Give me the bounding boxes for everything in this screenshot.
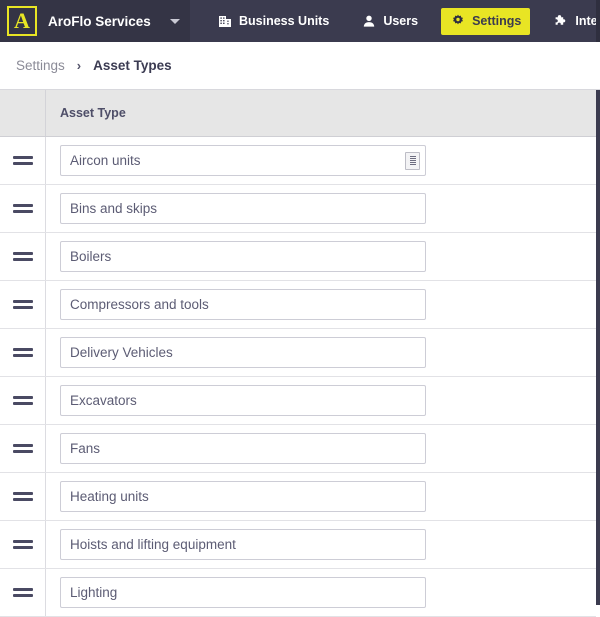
- table-row: [0, 377, 596, 425]
- asset-type-cell: [46, 521, 596, 568]
- asset-type-field: [60, 145, 426, 176]
- aroflo-logo-icon: A: [7, 6, 37, 36]
- top-navigation-bar: A AroFlo Services Business Units Users S…: [0, 0, 600, 42]
- drag-handle-icon[interactable]: [0, 281, 46, 328]
- table-row: [0, 185, 596, 233]
- main-nav: Business Units Users Settings Inte: [190, 0, 600, 42]
- asset-type-input[interactable]: [60, 193, 426, 224]
- asset-type-cell: [46, 569, 596, 616]
- asset-type-field: [60, 289, 426, 320]
- nav-item-settings[interactable]: Settings: [441, 7, 531, 35]
- asset-type-input[interactable]: [60, 577, 426, 608]
- drag-handle-icon[interactable]: [0, 521, 46, 568]
- topbar-edge: [596, 0, 600, 42]
- asset-type-field: [60, 193, 426, 224]
- user-icon: [361, 14, 376, 29]
- table-body: [0, 137, 596, 617]
- asset-type-input[interactable]: [60, 337, 426, 368]
- asset-type-cell: [46, 185, 596, 232]
- asset-type-cell: [46, 377, 596, 424]
- table-header-row: Asset Type: [0, 90, 596, 137]
- table-row: [0, 473, 596, 521]
- asset-type-input[interactable]: [60, 145, 426, 176]
- drag-handle-icon[interactable]: [0, 569, 46, 616]
- asset-type-cell: [46, 425, 596, 472]
- table-row: [0, 425, 596, 473]
- asset-type-input[interactable]: [60, 433, 426, 464]
- asset-type-input[interactable]: [60, 385, 426, 416]
- breadcrumb-settings-link[interactable]: Settings: [16, 58, 65, 73]
- brand-selector[interactable]: A AroFlo Services: [0, 0, 190, 42]
- nav-item-integration[interactable]: Integration: [544, 8, 600, 35]
- nav-item-label: Business Units: [239, 14, 330, 28]
- resize-grip-icon[interactable]: [405, 151, 420, 170]
- asset-types-table: Asset Type: [0, 90, 600, 617]
- chevron-right-icon: ›: [76, 58, 82, 73]
- drag-handle-icon[interactable]: [0, 233, 46, 280]
- asset-type-input[interactable]: [60, 529, 426, 560]
- drag-handle-icon[interactable]: [0, 329, 46, 376]
- drag-handle-icon[interactable]: [0, 473, 46, 520]
- table-row: [0, 233, 596, 281]
- asset-type-input[interactable]: [60, 481, 426, 512]
- asset-type-field: [60, 385, 426, 416]
- asset-type-input[interactable]: [60, 289, 426, 320]
- table-header-asset-type: Asset Type: [60, 106, 126, 120]
- asset-type-cell: [46, 137, 596, 184]
- table-row: [0, 281, 596, 329]
- asset-type-field: [60, 241, 426, 272]
- gear-icon: [450, 14, 465, 29]
- table-row: [0, 521, 596, 569]
- nav-item-users[interactable]: Users: [352, 8, 427, 35]
- page-title: Asset Types: [93, 58, 172, 73]
- asset-type-field: [60, 529, 426, 560]
- drag-handle-icon[interactable]: [0, 137, 46, 184]
- asset-type-cell: [46, 473, 596, 520]
- table-row: [0, 137, 596, 185]
- nav-item-label: Users: [383, 14, 419, 28]
- breadcrumb: Settings › Asset Types: [0, 42, 600, 90]
- building-icon: [217, 14, 232, 29]
- asset-type-field: [60, 337, 426, 368]
- chevron-down-icon[interactable]: [170, 18, 180, 24]
- asset-type-field: [60, 433, 426, 464]
- drag-handle-icon[interactable]: [0, 377, 46, 424]
- table-header-handle-column: [0, 90, 46, 136]
- nav-item-business-units[interactable]: Business Units: [208, 8, 338, 35]
- table-row: [0, 569, 596, 617]
- brand-name-label: AroFlo Services: [48, 13, 151, 29]
- drag-handle-icon[interactable]: [0, 185, 46, 232]
- asset-type-cell: [46, 329, 596, 376]
- logo-letter: A: [14, 8, 30, 33]
- asset-type-field: [60, 577, 426, 608]
- nav-item-label: Settings: [472, 14, 522, 28]
- asset-type-cell: [46, 233, 596, 280]
- asset-type-field: [60, 481, 426, 512]
- table-row: [0, 329, 596, 377]
- asset-type-input[interactable]: [60, 241, 426, 272]
- puzzle-piece-icon: [553, 14, 568, 29]
- asset-type-cell: [46, 281, 596, 328]
- drag-handle-icon[interactable]: [0, 425, 46, 472]
